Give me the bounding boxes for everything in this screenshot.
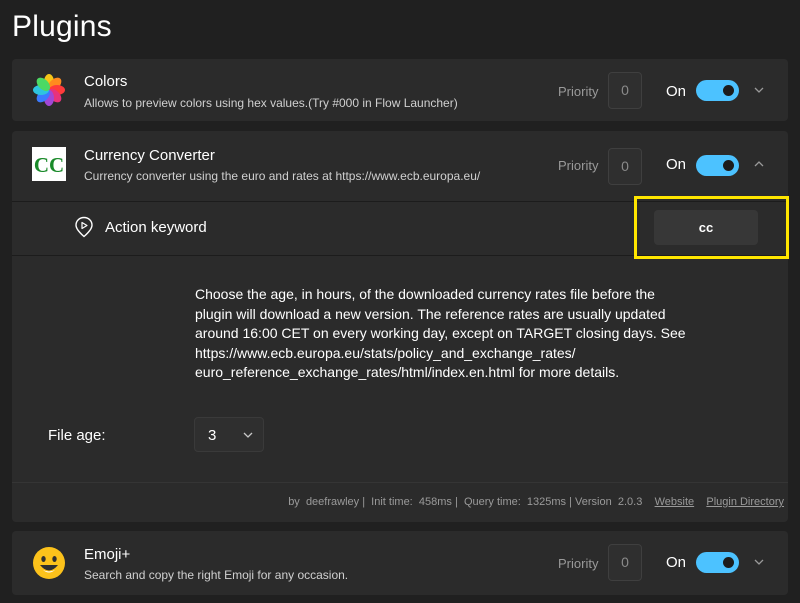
plugin-description: Search and copy the right Emoji for any … (84, 568, 349, 582)
info-line: https://www.ecb.europa.eu/stats/policy_a… (195, 344, 576, 361)
cc-logo-icon: CC (32, 147, 66, 181)
chevron-up-icon[interactable] (750, 155, 768, 173)
plugin-footer: by deefrawley | Init time: 458ms | Query… (288, 496, 784, 508)
svg-text:CC: CC (34, 153, 64, 177)
plugin-name: Currency Converter (84, 147, 215, 164)
priority-label: Priority (558, 556, 599, 571)
priority-input[interactable]: 0 (608, 148, 642, 185)
query-time-label: Query time: (463, 496, 521, 508)
plugin-card-emoji[interactable]: Emoji+ Search and copy the right Emoji f… (12, 531, 788, 595)
plugin-name: Emoji+ (84, 546, 131, 563)
init-time: 458ms (418, 496, 452, 508)
query-time: 1325ms (526, 496, 567, 508)
author: deefrawley (305, 496, 360, 508)
file-age-value: 3 (208, 427, 217, 444)
chevron-down-icon (243, 432, 253, 438)
action-keyword-label: Action keyword (105, 219, 207, 236)
highlight-box (634, 196, 789, 259)
author-prefix: by (288, 496, 300, 508)
init-time-label: Init time: (371, 496, 413, 508)
plugin-description: Currency converter using the euro and ra… (84, 169, 481, 183)
plugin-directory-link[interactable]: Plugin Directory (706, 496, 784, 508)
toggle-label: On (666, 156, 687, 173)
priority-input[interactable]: 0 (608, 544, 642, 581)
toggle-label: On (666, 83, 687, 100)
file-age-description: Choose the age, in hours, of the downloa… (195, 285, 695, 383)
file-age-label: File age: (48, 427, 106, 444)
toggle-label: On (666, 554, 687, 571)
info-line: Choose the age, in hours, of the downloa… (195, 286, 655, 302)
enable-toggle[interactable] (696, 80, 739, 101)
version: 2.0.3 (617, 496, 643, 508)
plugin-description: Allows to preview colors using hex value… (84, 96, 458, 110)
priority-label: Priority (558, 84, 599, 99)
file-age-select[interactable]: 3 (194, 417, 264, 452)
plugin-card-colors[interactable]: Colors Allows to preview colors using he… (12, 59, 788, 121)
enable-toggle[interactable] (696, 155, 739, 176)
plugin-name: Colors (84, 73, 128, 90)
page-title: Plugins (12, 10, 112, 43)
info-line: around 16:00 CET on every working day, e… (195, 325, 686, 341)
info-line: euro_reference_exchange_rates/html/index… (195, 364, 620, 380)
info-line: plugin will download a new version. The … (195, 305, 666, 322)
priority-input[interactable]: 0 (608, 72, 642, 109)
enable-toggle[interactable] (696, 552, 739, 573)
chevron-down-icon[interactable] (750, 553, 768, 571)
location-pin-icon (75, 216, 93, 238)
smiley-emoji-icon (33, 547, 65, 579)
divider (12, 482, 788, 483)
chevron-down-icon[interactable] (750, 81, 768, 99)
website-link[interactable]: Website (655, 496, 695, 508)
priority-label: Priority (558, 158, 599, 173)
color-wheel-icon (33, 74, 65, 106)
version-label: Version (575, 496, 612, 508)
